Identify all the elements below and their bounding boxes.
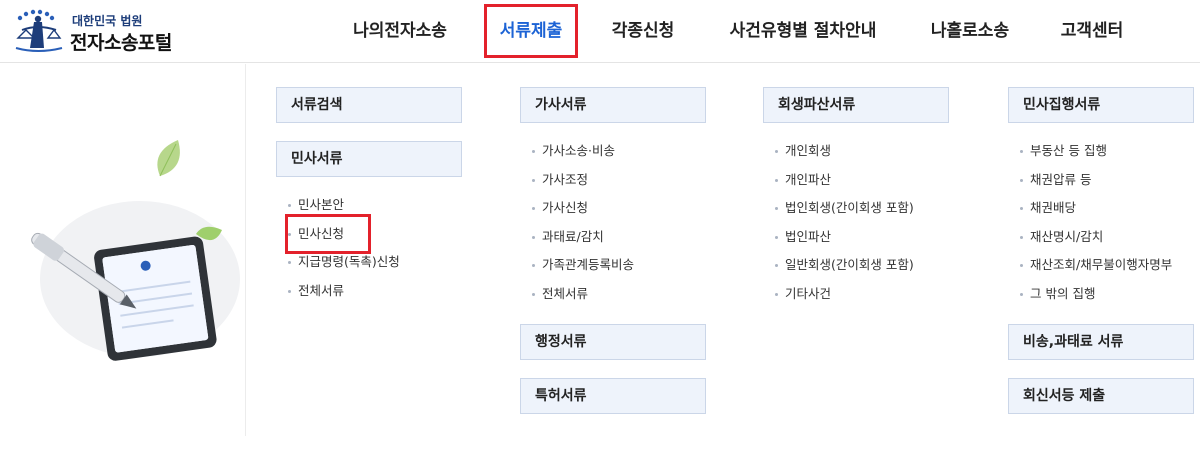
civil-application-highlight — [285, 214, 371, 254]
link-other-execution[interactable]: 그 밖의 집행 — [1018, 280, 1194, 309]
link-asset-inquiry[interactable]: 재산조회/채무불이행자명부 — [1018, 251, 1194, 280]
link-family-all[interactable]: 전체서류 — [530, 280, 706, 309]
site-header: 대한민국 법원 전자소송포털 나의전자소송 서류제출 각종신청 사건유형별 절차… — [0, 0, 1200, 63]
active-nav-highlight — [484, 4, 578, 58]
tablet-illustration — [0, 64, 246, 436]
link-civil-all[interactable]: 전체서류 — [286, 277, 462, 306]
col-execution: 민사집행서류 부동산 등 집행 채권압류 등 채권배당 재산명시/감치 재산조회… — [1008, 87, 1194, 414]
logo-title: 전자소송포털 — [70, 32, 172, 54]
link-family-mediation[interactable]: 가사조정 — [530, 166, 706, 195]
rehabilitation-documents-header[interactable]: 회생파산서류 — [763, 87, 949, 123]
link-asset-disclosure[interactable]: 재산명시/감치 — [1018, 223, 1194, 252]
link-family-application[interactable]: 가사신청 — [530, 194, 706, 223]
family-documents-list: 가사소송·비송 가사조정 가사신청 과태료/감치 가족관계등록비송 전체서류 — [520, 137, 706, 308]
nav-my-ecourt[interactable]: 나의전자소송 — [340, 0, 460, 62]
link-family-registry[interactable]: 가족관계등록비송 — [530, 251, 706, 280]
execution-documents-header[interactable]: 민사집행서류 — [1008, 87, 1194, 123]
link-fine-detention[interactable]: 과태료/감치 — [530, 223, 706, 252]
logo-subtitle: 대한민국 법원 — [72, 14, 143, 28]
site-logo[interactable]: 대한민국 법원 전자소송포털 — [12, 6, 197, 56]
col-rehabilitation: 회생파산서류 개인회생 개인파산 법인회생(간이회생 포함) 법인파산 일반회생… — [763, 87, 949, 324]
link-family-litigation[interactable]: 가사소송·비송 — [530, 137, 706, 166]
nav-self-litigation[interactable]: 나홀로소송 — [918, 0, 1022, 62]
col-family: 가사서류 가사소송·비송 가사조정 가사신청 과태료/감치 가족관계등록비송 전… — [520, 87, 706, 414]
col-civil: 서류검색 민사서류 민사본안 민사신청 지급명령(독촉)신청 전체서류 — [276, 87, 462, 321]
court-logo-icon — [15, 9, 63, 52]
nonlitigation-fine-documents-header[interactable]: 비송,과태료 서류 — [1008, 324, 1194, 360]
document-search-button[interactable]: 서류검색 — [276, 87, 462, 123]
reply-submission-header[interactable]: 회신서등 제출 — [1008, 378, 1194, 414]
execution-documents-list: 부동산 등 집행 채권압류 등 채권배당 재산명시/감치 재산조회/채무불이행자… — [1008, 137, 1194, 308]
tablet-pen-icon — [31, 140, 240, 361]
link-claim-distribution[interactable]: 채권배당 — [1018, 194, 1194, 223]
nav-procedure-guide[interactable]: 사건유형별 절차안내 — [716, 0, 890, 62]
nav-various-applications[interactable]: 각종신청 — [598, 0, 688, 62]
link-claim-seizure[interactable]: 채권압류 등 — [1018, 166, 1194, 195]
link-corporate-rehab[interactable]: 법인회생(간이회생 포함) — [773, 194, 949, 223]
administrative-documents-header[interactable]: 행정서류 — [520, 324, 706, 360]
rehabilitation-documents-list: 개인회생 개인파산 법인회생(간이회생 포함) 법인파산 일반회생(간이회생 포… — [763, 137, 949, 308]
civil-documents-header[interactable]: 민사서류 — [276, 141, 462, 177]
link-personal-bankruptcy[interactable]: 개인파산 — [773, 166, 949, 195]
family-documents-header[interactable]: 가사서류 — [520, 87, 706, 123]
link-real-estate-execution[interactable]: 부동산 등 집행 — [1018, 137, 1194, 166]
link-corporate-bankruptcy[interactable]: 법인파산 — [773, 223, 949, 252]
link-general-rehab[interactable]: 일반회생(간이회생 포함) — [773, 251, 949, 280]
patent-documents-header[interactable]: 특허서류 — [520, 378, 706, 414]
link-other-cases[interactable]: 기타사건 — [773, 280, 949, 309]
nav-customer-center[interactable]: 고객센터 — [1050, 0, 1134, 62]
link-personal-rehab[interactable]: 개인회생 — [773, 137, 949, 166]
